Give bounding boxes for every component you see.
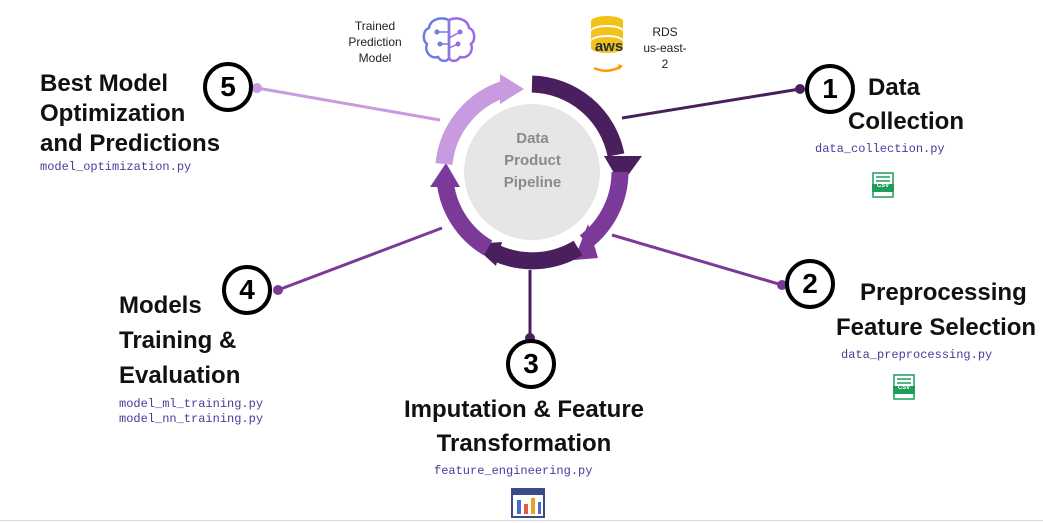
step-file-5: model_optimization.py <box>40 160 192 174</box>
step-title-3a: Imputation & Feature <box>404 396 645 423</box>
bottom-divider <box>0 520 1043 521</box>
step-number-4: 4 <box>222 265 272 315</box>
rds-line: RDS <box>652 25 678 39</box>
cycle-arrow-5 <box>500 74 524 104</box>
step-title-4c: Evaluation <box>119 362 241 389</box>
step-title-2b: Feature Selection <box>836 314 1037 341</box>
step-title-2a: Preprocessing <box>860 279 1027 306</box>
connector-dot-step-5 <box>252 83 262 93</box>
step-title-1a: Data <box>868 74 921 101</box>
step-number-2: 2 <box>785 259 835 309</box>
trained-model-line: Prediction <box>348 35 402 49</box>
cycle-arrow-4 <box>430 163 460 187</box>
step-file-2: data_preprocessing.py <box>841 348 993 362</box>
step-title-4a: Models <box>119 292 202 319</box>
step-file-4a: model_ml_training.py <box>119 397 264 411</box>
connector-dot-step-1 <box>795 84 805 94</box>
trained-model-line: Model <box>358 51 392 65</box>
trained-model-label: Trained Prediction Model <box>340 18 410 66</box>
rds-label: RDS us-east-2 <box>640 24 690 72</box>
table-chart-icon <box>511 488 545 518</box>
aws-logo-text: aws <box>594 38 624 55</box>
step-title-1b: Collection <box>848 108 965 135</box>
step-file-3: feature_engineering.py <box>434 464 593 478</box>
center-label: Data Product Pipeline <box>495 128 570 194</box>
trained-model-line: Trained <box>354 19 396 33</box>
center-label-line: Pipeline <box>503 174 562 191</box>
step-file-1: data_collection.py <box>815 142 945 156</box>
rds-line: us-east-2 <box>643 41 687 71</box>
csv-badge-1: CSV <box>876 183 890 189</box>
cycle-arc-3 <box>492 240 583 270</box>
step-title-5c: and Predictions <box>40 130 221 157</box>
step-title-3b: Transformation <box>436 430 612 457</box>
pipeline-diagram: Data Product Pipeline Trained Prediction… <box>0 0 1043 523</box>
step-title-4b: Training & <box>119 327 237 354</box>
step-file-4b: model_nn_training.py <box>119 412 264 426</box>
step-number-5: 5 <box>203 62 253 112</box>
step-number-3: 3 <box>506 339 556 389</box>
center-label-line: Data <box>516 130 549 147</box>
brain-circuit-icon <box>422 17 476 63</box>
csv-badge-2: CSV <box>897 385 911 391</box>
connector-step-5 <box>256 86 441 122</box>
connector-dot-step-4 <box>273 285 283 295</box>
connector-step-4 <box>277 226 443 292</box>
center-label-line: Product <box>504 152 561 169</box>
